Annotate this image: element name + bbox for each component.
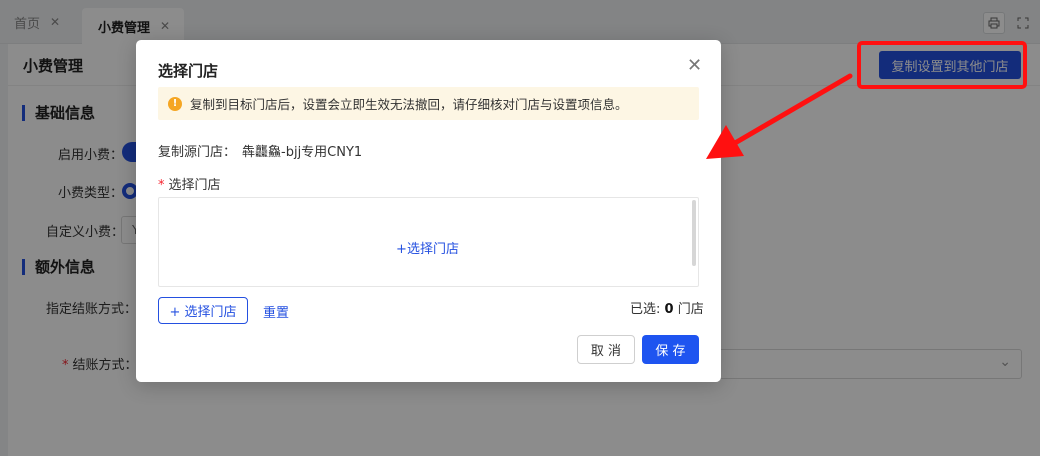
annotation-arrow — [706, 73, 853, 159]
